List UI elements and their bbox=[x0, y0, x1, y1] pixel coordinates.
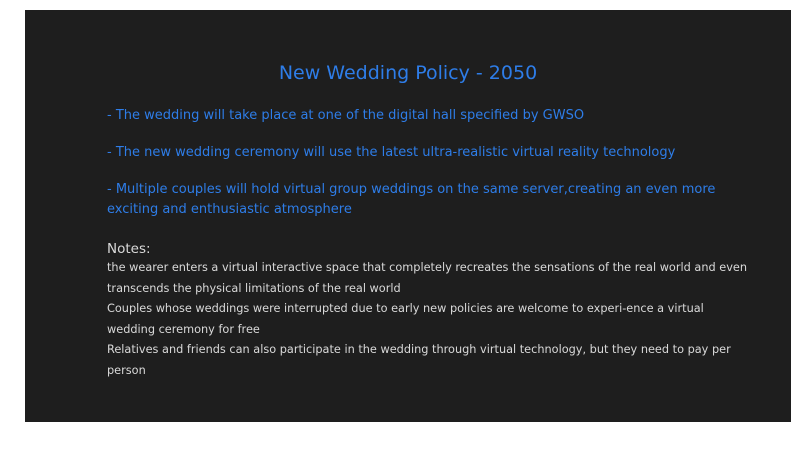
note-3: Relatives and friends can also participa… bbox=[107, 343, 731, 377]
notes-section: Notes: the wearer enters a virtual inter… bbox=[107, 240, 747, 381]
policy-bullet-1: - The wedding will take place at one of … bbox=[107, 108, 585, 123]
slide-title: New Wedding Policy - 2050 bbox=[278, 62, 538, 84]
note-1: the wearer enters a virtual interactive … bbox=[107, 261, 747, 295]
policy-bullet-3: - Multiple couples will hold virtual gro… bbox=[107, 182, 716, 217]
note-2: Couples whose weddings were interrupted … bbox=[107, 302, 704, 336]
slide: New Wedding Policy - 2050 - The wedding … bbox=[25, 10, 791, 422]
notes-heading: Notes: bbox=[107, 241, 151, 257]
policy-bullet-2: - The new wedding ceremony will use the … bbox=[107, 145, 676, 160]
policy-bullet-list: - The wedding will take place at one of … bbox=[107, 106, 747, 237]
